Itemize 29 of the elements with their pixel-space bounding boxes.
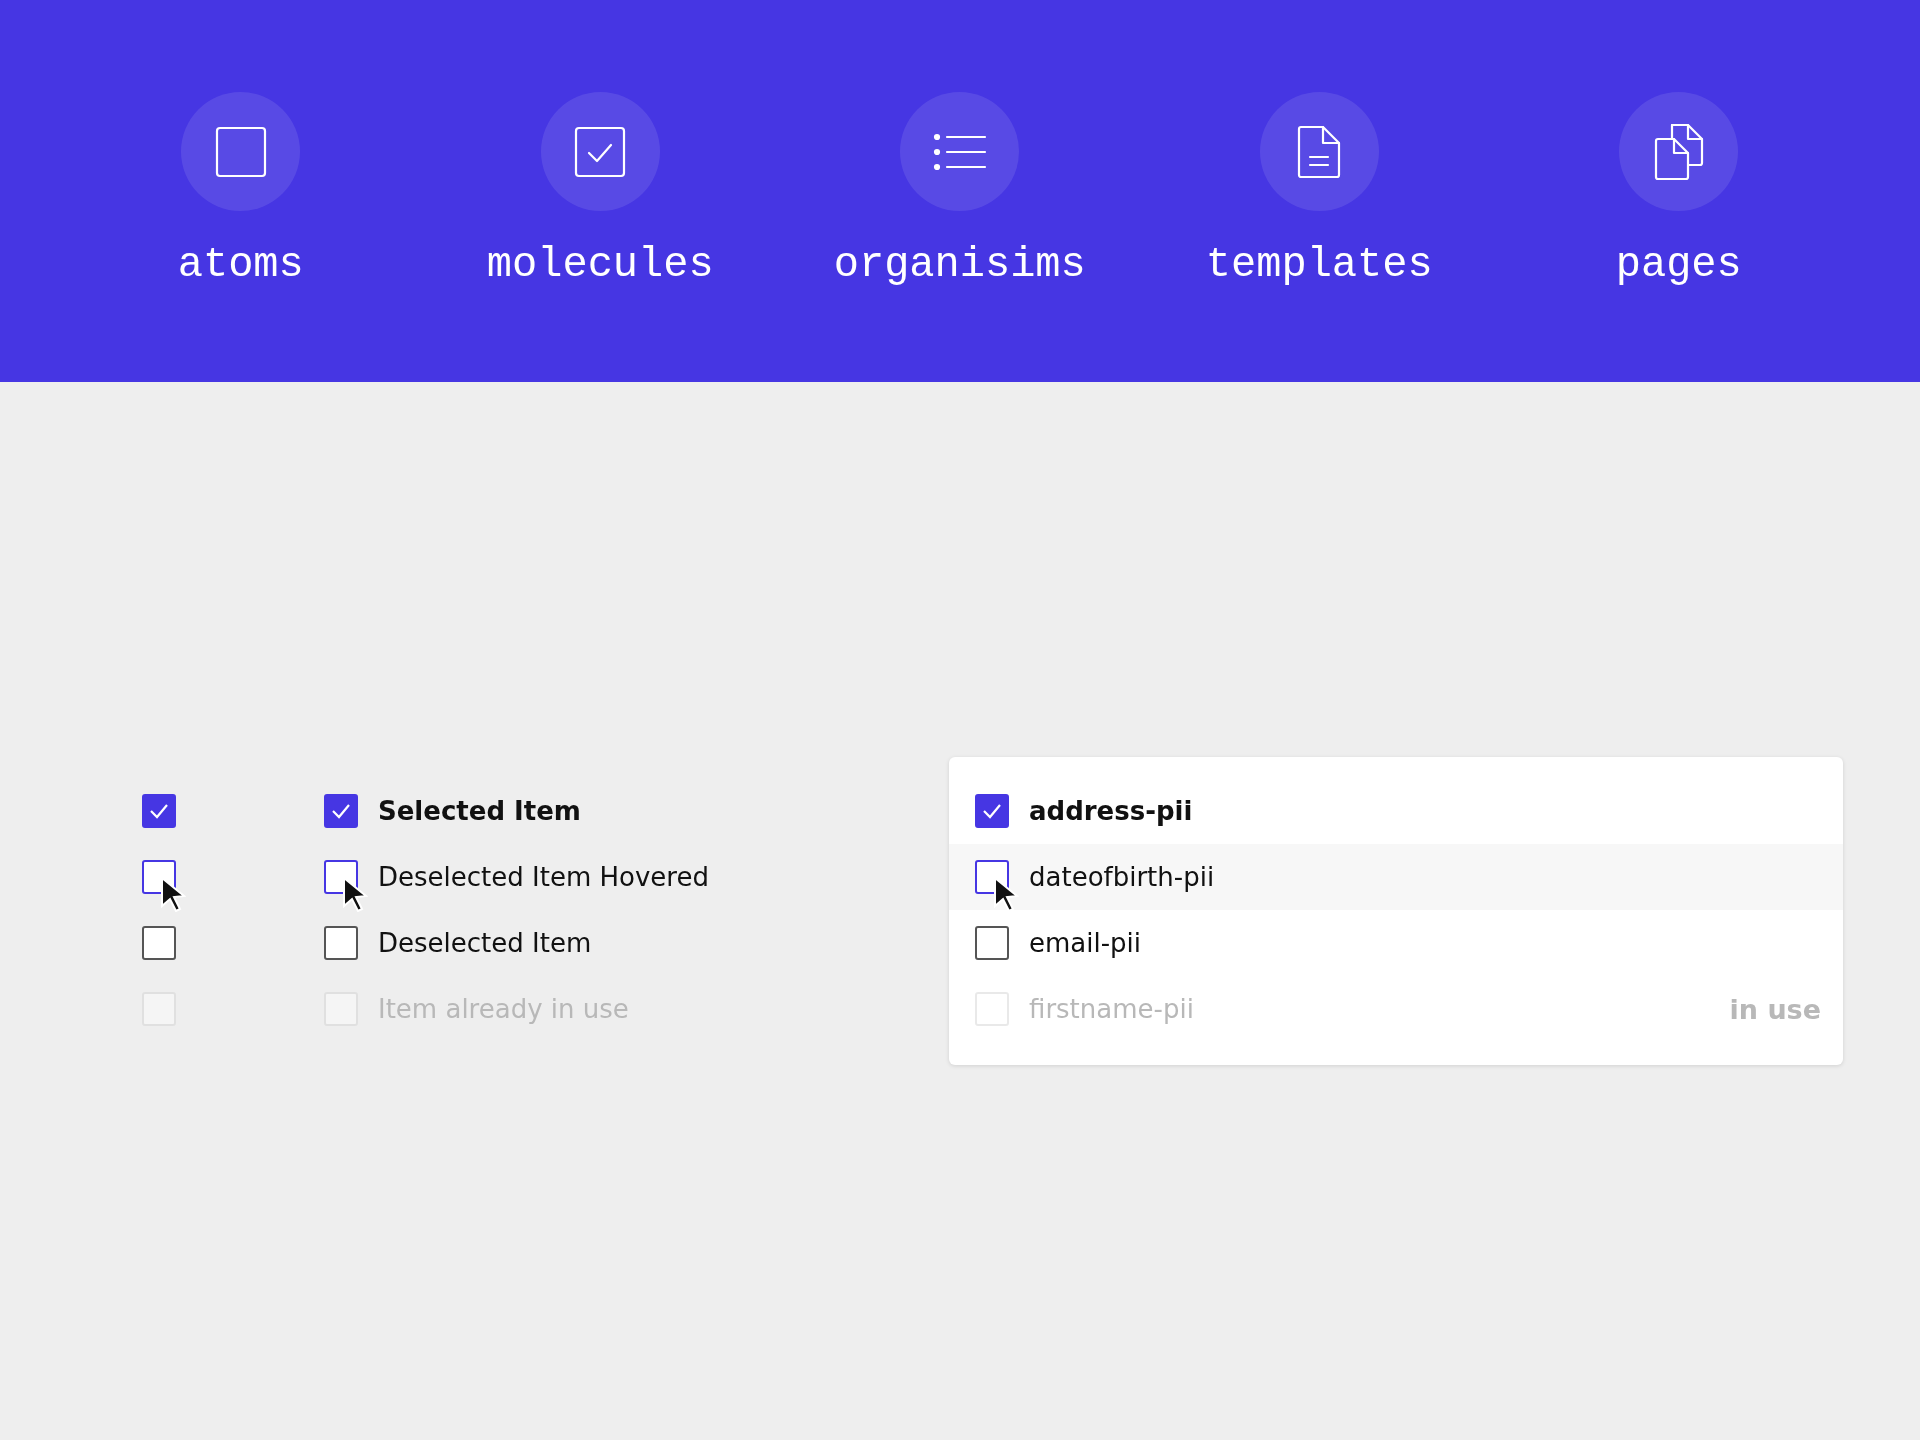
status-text: in use	[1729, 993, 1821, 1025]
checkbox-label: dateofbirth-pii	[1029, 862, 1215, 892]
checkmark-icon	[331, 803, 351, 819]
list-row[interactable]: email-pii	[949, 910, 1843, 976]
checkbox-label: Deselected Item	[378, 928, 592, 958]
nav-label[interactable]: organisims	[833, 241, 1086, 289]
checkbox-label: address-pii	[1029, 796, 1193, 826]
nav-label[interactable]: molecules	[486, 241, 714, 289]
checkbox-label: Deselected Item Hovered	[378, 862, 709, 892]
nav-label[interactable]: pages	[1615, 241, 1742, 289]
checkbox[interactable]	[324, 926, 358, 960]
document-icon	[1297, 124, 1342, 179]
checkbox[interactable]	[975, 794, 1009, 828]
checkbox-label: firstname-pii	[1029, 994, 1194, 1024]
checkbox[interactable]	[324, 794, 358, 828]
nav-label[interactable]: templates	[1205, 241, 1433, 289]
checkbox-label: email-pii	[1029, 928, 1142, 958]
list-row[interactable]: address-pii	[949, 778, 1843, 844]
checkbox-label: Selected Item	[378, 796, 581, 826]
checkmark-icon	[149, 803, 169, 819]
checkbox[interactable]	[975, 926, 1009, 960]
checkbox[interactable]	[142, 794, 176, 828]
nav-label[interactable]: atoms	[177, 241, 304, 289]
list-icon	[932, 131, 987, 172]
list-row[interactable]: dateofbirth-pii	[949, 844, 1843, 910]
checkbox-icon	[574, 125, 627, 178]
checkbox[interactable]	[142, 926, 176, 960]
square-icon	[214, 125, 267, 178]
checkmark-icon	[982, 803, 1002, 819]
